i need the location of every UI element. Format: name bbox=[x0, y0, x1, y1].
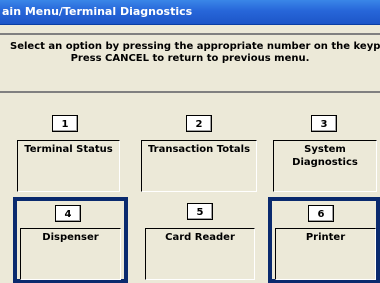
option-2-transaction-totals[interactable]: Transaction Totals bbox=[141, 140, 257, 192]
window-title: ain Menu/Terminal Diagnostics bbox=[2, 5, 193, 18]
option-1-terminal-status[interactable]: Terminal Status bbox=[17, 140, 120, 192]
option-4-label: Dispenser bbox=[42, 232, 99, 243]
option-2-number[interactable]: 2 bbox=[186, 115, 212, 132]
instructions-panel: Select an option by pressing the appropr… bbox=[0, 33, 380, 93]
option-4-dispenser[interactable]: Dispenser bbox=[20, 228, 121, 280]
title-bar: ain Menu/Terminal Diagnostics bbox=[0, 0, 380, 25]
option-5-number[interactable]: 5 bbox=[187, 203, 213, 220]
option-6-label: Printer bbox=[305, 232, 346, 243]
option-3-number[interactable]: 3 bbox=[311, 115, 337, 132]
option-6-printer[interactable]: Printer bbox=[275, 228, 376, 280]
option-1-number[interactable]: 1 bbox=[52, 115, 78, 132]
option-5-card-reader[interactable]: Card Reader bbox=[145, 228, 255, 280]
option-1-label: Terminal Status bbox=[24, 144, 113, 155]
instruction-line-1: Select an option by pressing the appropr… bbox=[10, 41, 380, 52]
option-3-system-diagnostics[interactable]: System Diagnostics bbox=[273, 140, 377, 192]
option-3-label-line-2: Diagnostics bbox=[292, 157, 358, 168]
option-5-label: Card Reader bbox=[165, 232, 235, 243]
option-4-number[interactable]: 4 bbox=[55, 205, 81, 222]
option-6-number[interactable]: 6 bbox=[308, 205, 334, 222]
option-3-label-line-1: System bbox=[304, 144, 346, 155]
option-2-label: Transaction Totals bbox=[147, 144, 251, 155]
instruction-line-2: Press CANCEL to return to previous menu. bbox=[70, 53, 310, 64]
